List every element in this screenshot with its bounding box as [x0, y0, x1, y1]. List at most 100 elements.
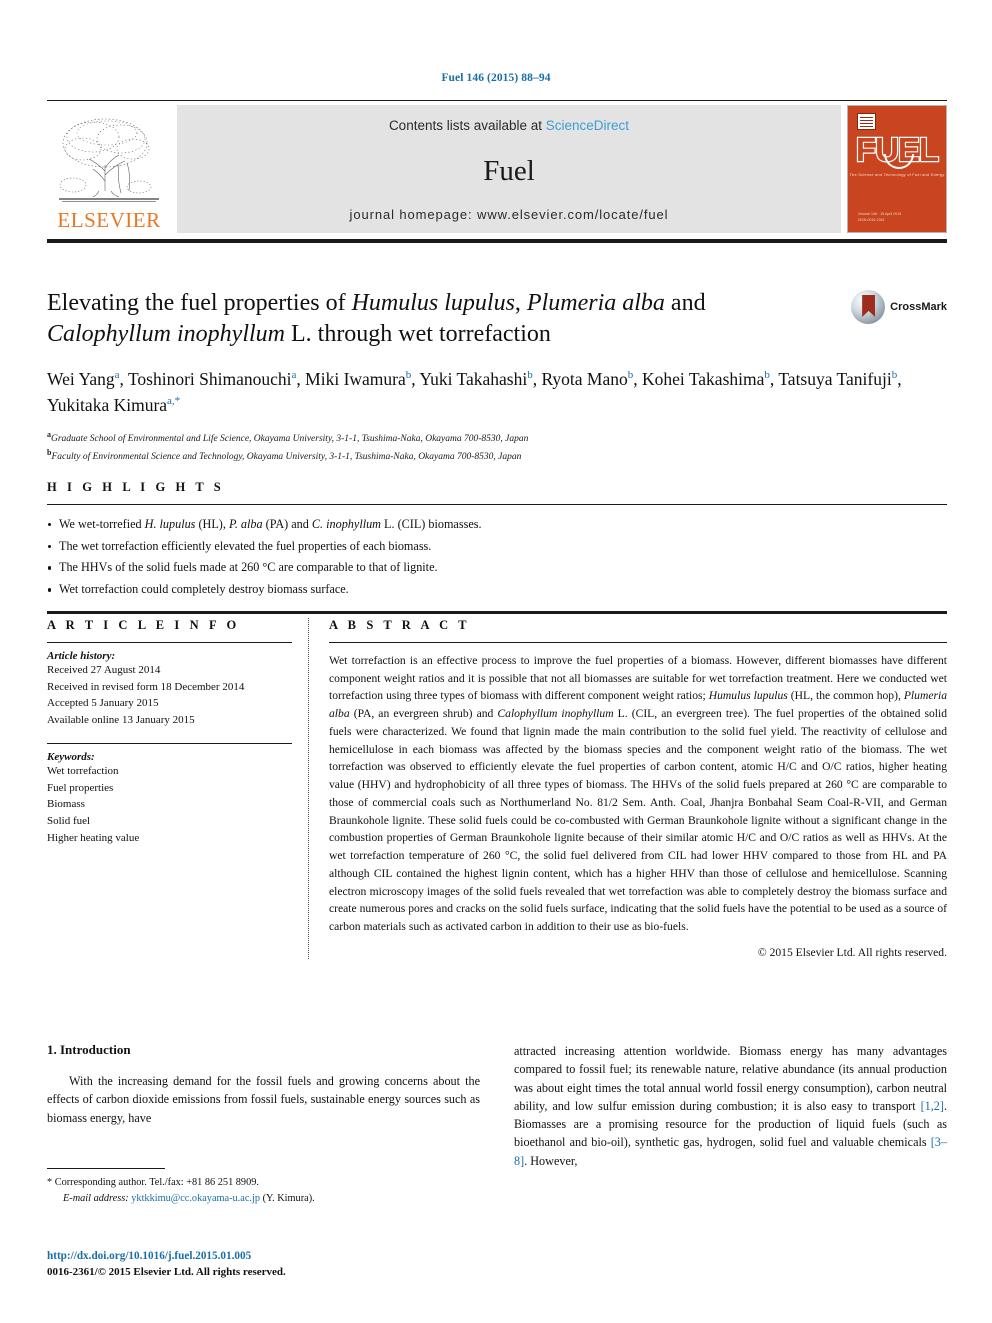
abstract-column: A B S T R A C T Wet torrefaction is an e…	[309, 618, 947, 959]
crossmark-badge[interactable]: CrossMark	[851, 290, 947, 324]
abstract-rule	[329, 642, 947, 643]
author-name[interactable]: Tatsuya Tanifuji	[778, 369, 891, 389]
elsevier-tree-icon	[59, 118, 159, 202]
author-name[interactable]: Yuki Takahashi	[419, 369, 527, 389]
article-info-column: A R T I C L E I N F O Article history: R…	[47, 618, 309, 959]
introduction-paragraph-left: With the increasing demand for the fossi…	[47, 1074, 480, 1125]
introduction-section: 1. Introduction With the increasing dema…	[47, 1042, 947, 1170]
elsevier-logo: ELSEVIER	[47, 105, 171, 233]
author-affiliation-mark: b	[527, 369, 533, 382]
introduction-heading: 1. Introduction	[47, 1042, 131, 1057]
keyword-item: Biomass	[47, 798, 85, 811]
sciencedirect-banner: Contents lists available at ScienceDirec…	[177, 105, 841, 233]
highlight-item: The HHVs of the solid fuels made at 260 …	[47, 557, 947, 579]
info-abstract-row: A R T I C L E I N F O Article history: R…	[47, 618, 947, 959]
masthead-bottom-rule	[47, 239, 947, 243]
title-part-1: Elevating the fuel properties of	[47, 290, 352, 316]
journal-homepage-url[interactable]: journal homepage: www.elsevier.com/locat…	[177, 207, 841, 222]
keywords-label: Keywords:	[47, 750, 95, 763]
cover-mini-logo-icon	[857, 113, 876, 130]
author-affiliation-mark: a,*	[167, 394, 181, 407]
cover-footer-text: Volume 146 · 15 April 2015 ISSN 0016-236…	[858, 212, 902, 222]
masthead-top-rule	[47, 100, 947, 101]
running-head: Fuel 146 (2015) 88–94	[441, 72, 551, 84]
affiliation-list: aGraduate School of Environmental and Li…	[47, 429, 947, 464]
abstract-copyright: © 2015 Elsevier Ltd. All rights reserved…	[757, 945, 947, 959]
email-link[interactable]: yktkkimu@cc.okayama-u.ac.jp	[131, 1193, 260, 1204]
author-name[interactable]: Yukitaka Kimura	[47, 395, 167, 415]
highlights-list: We wet-torrefied H. lupulus (HL), P. alb…	[47, 514, 947, 601]
page-title: Elevating the fuel properties of Humulus…	[47, 288, 837, 349]
article-history-item: Received 27 August 2014	[47, 664, 161, 676]
affiliation-line: aGraduate School of Environmental and Li…	[47, 430, 529, 445]
footnote-block: * Corresponding author. Tel./fax: +81 86…	[47, 1168, 480, 1207]
introduction-left-column: 1. Introduction With the increasing dema…	[47, 1042, 480, 1170]
sciencedirect-link[interactable]: ScienceDirect	[546, 118, 629, 133]
doi-link[interactable]: http://dx.doi.org/10.1016/j.fuel.2015.01…	[47, 1249, 547, 1265]
author-list: Wei Yanga, Toshinori Shimanouchia, Miki …	[47, 369, 902, 415]
highlights-rule	[47, 504, 947, 505]
introduction-paragraph-right: attracted increasing attention worldwide…	[514, 1042, 947, 1170]
email-suffix: (Y. Kimura).	[262, 1192, 315, 1204]
author-affiliation-mark: b	[405, 369, 412, 382]
footnote-rule	[47, 1168, 165, 1169]
author-name[interactable]: Kohei Takashima	[642, 369, 764, 389]
article-info-rule	[47, 642, 292, 643]
journal-masthead: ELSEVIER Contents lists available at Sci…	[47, 100, 947, 243]
issn-copyright: 0016-2361/© 2015 Elsevier Ltd. All right…	[47, 1265, 286, 1278]
keyword-item: Higher heating value	[47, 831, 140, 844]
highlights-section: H I G H L I G H T S We wet-torrefied H. …	[47, 480, 947, 614]
crossmark-label: CrossMark	[890, 301, 947, 313]
abstract-text: Wet torrefaction is an effective process…	[329, 654, 948, 934]
author-affiliation-mark: b	[627, 369, 634, 382]
keyword-item: Fuel properties	[47, 781, 114, 794]
highlights-heading: H I G H L I G H T S	[47, 480, 225, 494]
highlight-item: Wet torrefaction could completely destro…	[47, 579, 947, 601]
article-history-label: Article history:	[47, 650, 116, 662]
title-part-3: L. through wet torrefaction	[284, 320, 551, 347]
email-note: E-mail address: yktkkimu@cc.okayama-u.ac…	[47, 1191, 480, 1207]
intro-text-1: attracted increasing attention worldwide…	[514, 1044, 947, 1113]
author-name[interactable]: Toshinori Shimanouchi	[128, 369, 292, 389]
article-history-item: Received in revised form 18 December 201…	[47, 680, 245, 693]
contents-list-line: Contents lists available at ScienceDirec…	[177, 118, 841, 133]
abstract-heading: A B S T R A C T	[329, 618, 471, 632]
author-affiliation-mark: b	[764, 369, 770, 382]
affiliation-line: bFaculty of Environmental Science and Te…	[47, 447, 522, 462]
author-affiliation-mark: b	[891, 369, 898, 382]
author-name[interactable]: Ryota Mano	[541, 369, 627, 389]
keyword-item: Solid fuel	[47, 815, 91, 828]
author-name[interactable]: Wei Yang	[47, 369, 115, 389]
title-part-2: and	[664, 290, 706, 316]
corresponding-author-note: * Corresponding author. Tel./fax: +81 86…	[47, 1177, 259, 1188]
crossmark-icon	[851, 290, 886, 324]
highlights-bottom-rule	[47, 610, 947, 614]
article-info-heading: A R T I C L E I N F O	[47, 618, 240, 632]
doi-block: http://dx.doi.org/10.1016/j.fuel.2015.01…	[47, 1249, 547, 1281]
introduction-right-column: attracted increasing attention worldwide…	[514, 1042, 947, 1170]
highlight-item: We wet-torrefied H. lupulus (HL), P. alb…	[47, 514, 947, 536]
keyword-item: Wet torrefaction	[47, 764, 119, 777]
citation-link-1[interactable]: [1,2]	[921, 1099, 944, 1113]
paper-page: Fuel 146 (2015) 88–94 ELSEVIER Contents …	[0, 0, 992, 1323]
cover-subtitle: The Science and Technology of Fuel and E…	[849, 172, 945, 177]
title-species-3: Calophyllum inophyllum	[47, 320, 285, 347]
email-label: E-mail address:	[63, 1192, 129, 1204]
article-history-item: Available online 13 January 2015	[47, 714, 195, 727]
author-affiliation-mark: a	[114, 369, 120, 382]
intro-text-3: . However,	[524, 1153, 578, 1168]
journal-cover-thumbnail: FUEL The Science and Technology of Fuel …	[847, 105, 947, 233]
contents-prefix: Contents lists available at	[388, 118, 546, 133]
title-species-2: Plumeria alba	[526, 290, 665, 316]
elsevier-wordmark: ELSEVIER	[57, 208, 161, 232]
title-sep-1: ,	[514, 290, 527, 316]
author-affiliation-mark: a	[291, 369, 297, 382]
title-species-1: Humulus lupulus	[351, 290, 515, 316]
journal-title: Fuel	[483, 155, 535, 187]
keywords-list: Wet torrefaction Fuel properties Biomass So…	[47, 763, 292, 847]
author-name[interactable]: Miki Iwamura	[305, 369, 406, 389]
article-history-item: Accepted 5 January 2015	[47, 697, 159, 710]
keywords-rule	[47, 742, 292, 744]
highlight-item: The wet torrefaction efficiently elevate…	[47, 536, 947, 558]
title-block: CrossMark Elevating the fuel properties …	[47, 288, 947, 464]
